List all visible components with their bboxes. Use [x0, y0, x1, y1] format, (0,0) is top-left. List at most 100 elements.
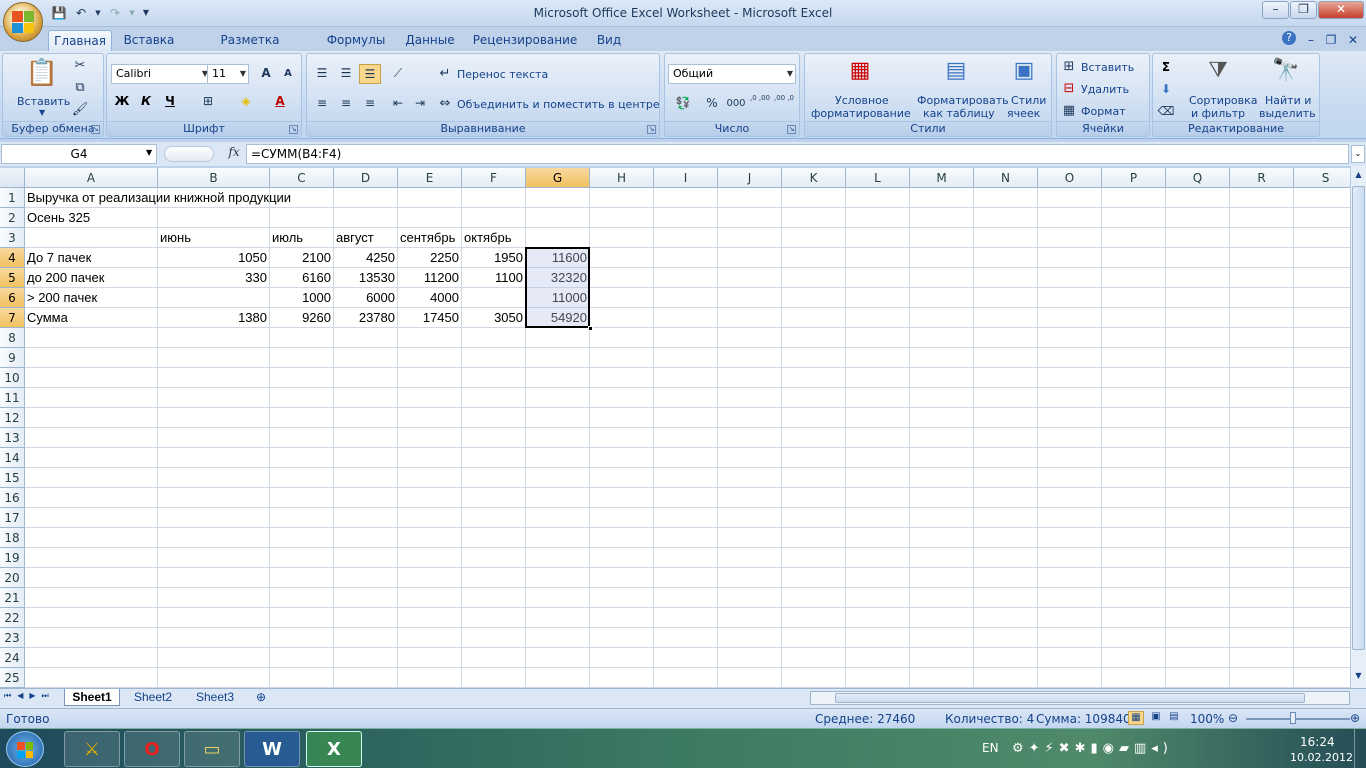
thousands-button[interactable]: 000 [725, 94, 747, 114]
taskbar-app-game-icon[interactable]: ⚔ [64, 731, 120, 767]
column-header-S[interactable]: S [1294, 168, 1350, 188]
system-tray-icons[interactable]: ⚙✦⚡✖✱▮◉▰▥◂) [1012, 741, 1173, 756]
align-middle-icon[interactable]: ☰ [335, 64, 357, 84]
taskbar-excel-icon[interactable]: X [306, 731, 362, 767]
merge-center-button[interactable]: Объединить и поместить в центре [457, 98, 660, 111]
column-header-J[interactable]: J [718, 168, 782, 188]
column-header-N[interactable]: N [974, 168, 1038, 188]
fill-handle[interactable] [588, 326, 593, 331]
number-launcher-icon[interactable]: ↘ [787, 125, 796, 134]
cell-E4[interactable]: 2250 [398, 248, 461, 268]
cell-D7[interactable]: 23780 [334, 308, 397, 328]
cell-C7[interactable]: 9260 [270, 308, 333, 328]
cell-styles-line2[interactable]: ячеек [1007, 107, 1040, 120]
insert-sheet-icon[interactable]: ⊕ [250, 689, 272, 706]
help-icon[interactable]: ? [1282, 31, 1296, 45]
name-box-dropdown-icon[interactable]: ▼ [146, 148, 152, 157]
sheet-navigation-icons[interactable]: ⏮◀▶⏭ [4, 691, 55, 701]
insert-function-button[interactable]: fx [224, 145, 244, 163]
cell-E7[interactable]: 17450 [398, 308, 461, 328]
row-header-21[interactable]: 21 [0, 588, 25, 608]
row-header-23[interactable]: 23 [0, 628, 25, 648]
zoom-in-icon[interactable]: ⊕ [1350, 711, 1360, 725]
cell-A2[interactable]: Осень 325 [25, 208, 92, 228]
cell-A5[interactable]: до 200 пачек [25, 268, 106, 288]
column-header-H[interactable]: H [590, 168, 654, 188]
expand-formula-bar-icon[interactable]: ⌄ [1351, 145, 1365, 163]
vertical-scroll-thumb[interactable] [1352, 186, 1365, 650]
delete-cells-button[interactable]: Удалить [1081, 83, 1129, 96]
formula-bar-splitter[interactable] [164, 146, 214, 162]
row-header-7[interactable]: 7 [0, 308, 25, 328]
align-left-icon[interactable]: ≡ [311, 94, 333, 114]
column-header-I[interactable]: I [654, 168, 718, 188]
sort-filter-line1[interactable]: Сортировка [1189, 94, 1258, 107]
cell-C6[interactable]: 1000 [270, 288, 333, 308]
tab-view[interactable]: Вид [590, 30, 628, 51]
zoom-slider[interactable] [1246, 718, 1350, 720]
row-header-19[interactable]: 19 [0, 548, 25, 568]
tab-page-layout[interactable]: Разметка страницы [188, 30, 312, 67]
find-select-line2[interactable]: выделить [1259, 107, 1316, 120]
cell-C3[interactable]: июль [270, 228, 305, 248]
taskbar-word-icon[interactable]: W [244, 731, 300, 767]
cell-E3[interactable]: сентябрь [398, 228, 457, 248]
normal-view-icon[interactable]: ▦ [1128, 711, 1144, 725]
column-header-C[interactable]: C [270, 168, 334, 188]
font-color-button[interactable]: A [269, 92, 291, 112]
format-cells-button[interactable]: Формат [1081, 105, 1126, 118]
cell-F3[interactable]: октябрь [462, 228, 514, 248]
find-select-line1[interactable]: Найти и [1265, 94, 1311, 107]
worksheet-grid[interactable]: ABCDEFGHIJKLMNOPQRS 1 2 3 4 5 6 7 8 9 10 11 12 13 14 1… [0, 168, 1350, 688]
row-header-20[interactable]: 20 [0, 568, 25, 588]
cell-C4[interactable]: 2100 [270, 248, 333, 268]
wrap-text-button[interactable]: Перенос текста [457, 68, 548, 81]
ribbon-minimize-icon[interactable]: – [1304, 30, 1318, 51]
row-header-1[interactable]: 1 [0, 188, 25, 208]
tab-formulas[interactable]: Формулы [322, 30, 390, 51]
column-header-F[interactable]: F [462, 168, 526, 188]
row-header-5[interactable]: 5 [0, 268, 25, 288]
minimize-button[interactable]: – [1262, 1, 1289, 19]
horizontal-scroll-thumb[interactable] [835, 693, 1305, 703]
decrease-indent-icon[interactable]: ⇤ [387, 94, 409, 114]
zoom-slider-thumb[interactable] [1290, 712, 1296, 724]
font-launcher-icon[interactable]: ↘ [289, 125, 298, 134]
cell-C5[interactable]: 6160 [270, 268, 333, 288]
name-box[interactable]: G4 [1, 144, 157, 164]
row-header-6[interactable]: 6 [0, 288, 25, 308]
cell-E5[interactable]: 11200 [398, 268, 461, 288]
autosum-button[interactable]: Σ [1155, 58, 1177, 78]
align-right-icon[interactable]: ≡ [359, 94, 381, 114]
row-header-17[interactable]: 17 [0, 508, 25, 528]
zoom-out-icon[interactable]: ⊖ [1228, 711, 1238, 725]
italic-button[interactable]: К [135, 92, 157, 112]
cell-B4[interactable]: 1050 [158, 248, 269, 268]
clear-icon[interactable]: ⌫ [1155, 102, 1177, 122]
cell-styles-line1[interactable]: Стили [1011, 94, 1046, 107]
column-header-O[interactable]: O [1038, 168, 1102, 188]
redo-icon[interactable]: ↷ [106, 4, 124, 22]
column-header-P[interactable]: P [1102, 168, 1166, 188]
cell-D4[interactable]: 4250 [334, 248, 397, 268]
conditional-formatting-line1[interactable]: Условное [835, 94, 889, 107]
clipboard-launcher-icon[interactable]: ↘ [91, 125, 100, 134]
row-header-2[interactable]: 2 [0, 208, 25, 228]
column-header-Q[interactable]: Q [1166, 168, 1230, 188]
increase-indent-icon[interactable]: ⇥ [409, 94, 431, 114]
select-all-corner[interactable] [0, 168, 25, 188]
cell-F4[interactable]: 1950 [462, 248, 525, 268]
taskbar-explorer-icon[interactable]: ▭ [184, 731, 240, 767]
tab-review[interactable]: Рецензирование [470, 30, 580, 51]
shrink-font-button[interactable]: A [277, 64, 299, 84]
cell-A7[interactable]: Сумма [25, 308, 70, 328]
tab-insert[interactable]: Вставка [118, 30, 180, 51]
column-header-B[interactable]: B [158, 168, 270, 188]
taskbar-opera-icon[interactable]: O [124, 731, 180, 767]
cell-B3[interactable]: июнь [158, 228, 193, 248]
row-header-12[interactable]: 12 [0, 408, 25, 428]
cell-D3[interactable]: август [334, 228, 376, 248]
cell-A6[interactable]: > 200 пачек [25, 288, 99, 308]
zoom-level[interactable]: 100% [1190, 712, 1224, 726]
row-header-16[interactable]: 16 [0, 488, 25, 508]
